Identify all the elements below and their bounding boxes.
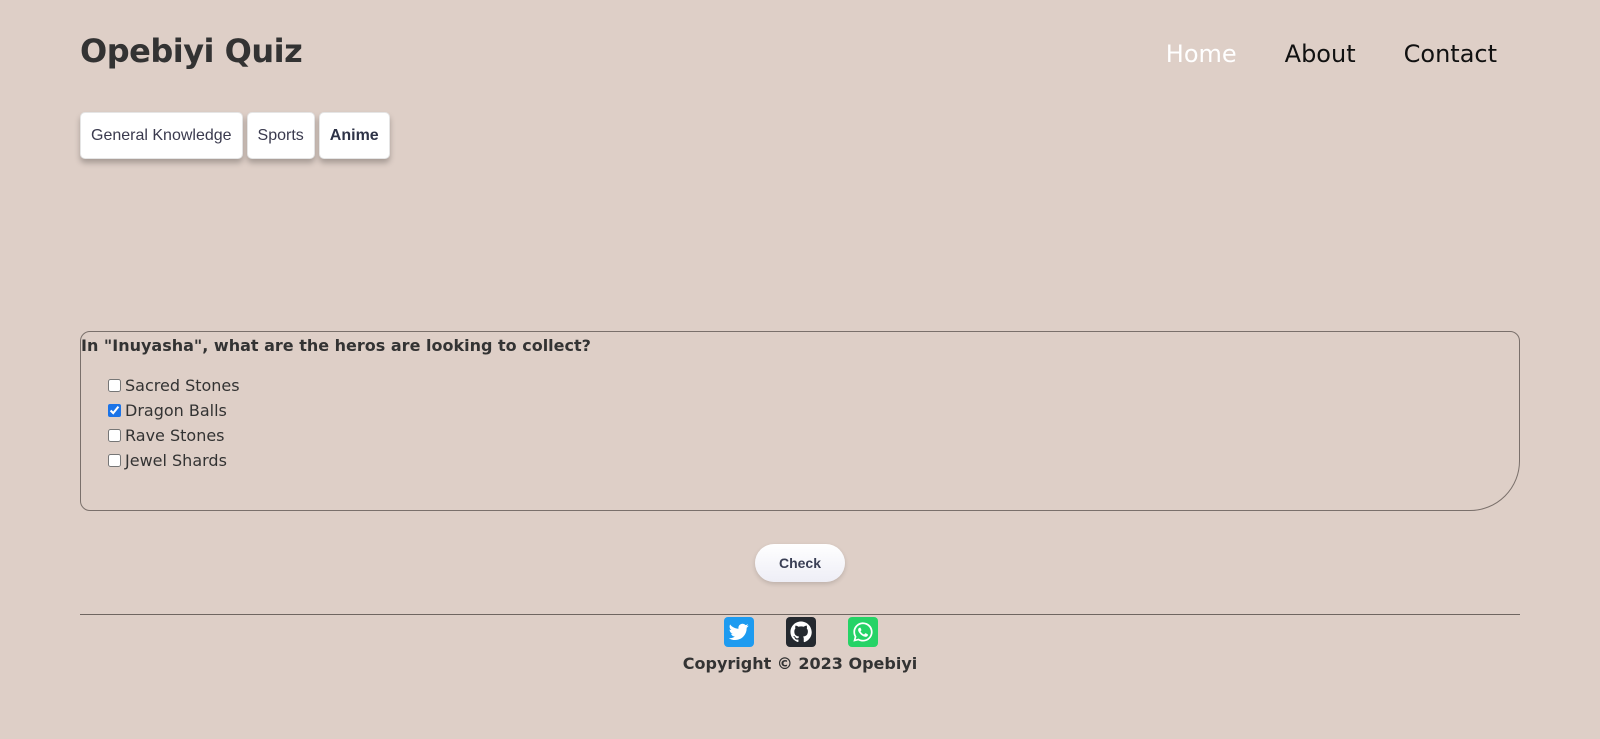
copyright-text: Copyright © 2023 Opebiyi bbox=[682, 654, 918, 673]
option-jewel-shards[interactable]: Jewel Shards bbox=[108, 451, 240, 470]
nav-contact-link[interactable]: Contact bbox=[1404, 40, 1497, 68]
option-checkbox[interactable] bbox=[108, 379, 121, 392]
option-label: Rave Stones bbox=[125, 426, 225, 445]
option-label: Jewel Shards bbox=[125, 451, 227, 470]
main-nav: Home About Contact bbox=[1166, 40, 1497, 68]
option-sacred-stones[interactable]: Sacred Stones bbox=[108, 376, 240, 395]
option-label: Sacred Stones bbox=[125, 376, 240, 395]
option-dragon-balls[interactable]: Dragon Balls bbox=[108, 401, 240, 420]
option-label: Dragon Balls bbox=[125, 401, 227, 420]
github-icon[interactable] bbox=[786, 617, 816, 647]
question-text: In "Inuyasha", what are the heros are lo… bbox=[81, 336, 591, 355]
whatsapp-icon[interactable] bbox=[848, 617, 878, 647]
twitter-icon[interactable] bbox=[724, 617, 754, 647]
answer-options: Sacred Stones Dragon Balls Rave Stones J… bbox=[108, 376, 240, 470]
tab-anime[interactable]: Anime bbox=[318, 112, 390, 159]
nav-about-link[interactable]: About bbox=[1285, 40, 1356, 68]
site-logo[interactable]: Opebiyi Quiz bbox=[80, 32, 303, 70]
tab-general-knowledge[interactable]: General Knowledge bbox=[80, 112, 243, 159]
option-checkbox[interactable] bbox=[108, 454, 121, 467]
nav-home-link[interactable]: Home bbox=[1166, 40, 1237, 68]
category-tabs: General Knowledge Sports Anime bbox=[80, 112, 390, 159]
option-rave-stones[interactable]: Rave Stones bbox=[108, 426, 240, 445]
question-card: In "Inuyasha", what are the heros are lo… bbox=[80, 331, 1520, 511]
social-links bbox=[724, 617, 878, 647]
option-checkbox[interactable] bbox=[108, 404, 121, 417]
check-button[interactable]: Check bbox=[755, 544, 845, 582]
option-checkbox[interactable] bbox=[108, 429, 121, 442]
tab-sports[interactable]: Sports bbox=[246, 112, 315, 159]
footer-divider bbox=[80, 614, 1520, 615]
